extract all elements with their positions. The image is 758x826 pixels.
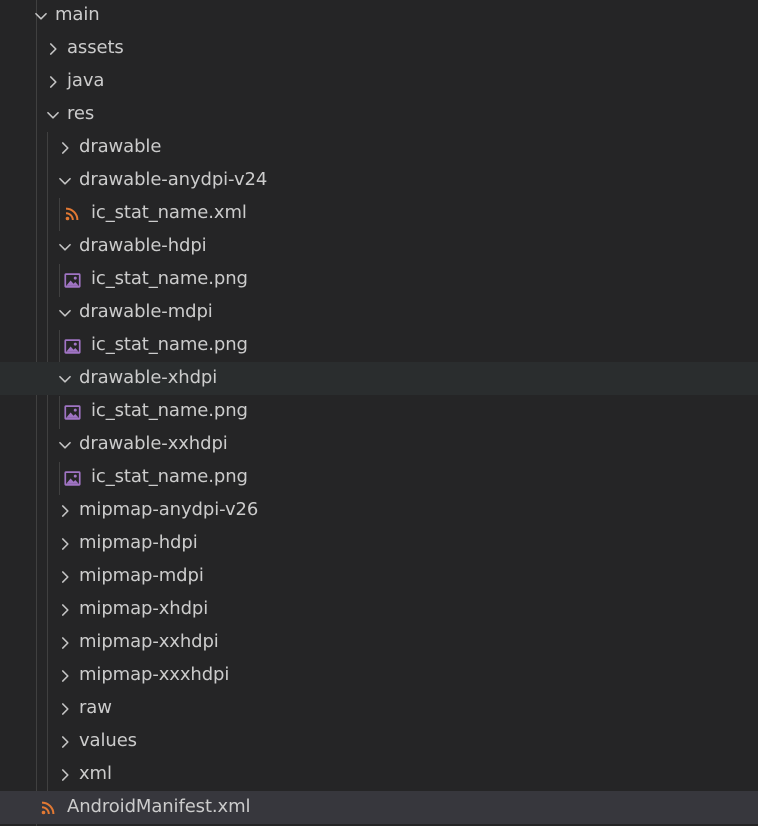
- folder-row-drawable-anydpi-v24[interactable]: drawable-anydpi-v24: [0, 164, 758, 197]
- chevron-right-icon: [56, 667, 74, 685]
- chevron-right-icon: [56, 733, 74, 751]
- folder-label: drawable-anydpi-v24: [79, 169, 268, 190]
- folder-label: mipmap-xxxhdpi: [79, 664, 230, 685]
- folder-row-drawable[interactable]: drawable: [0, 131, 758, 164]
- chevron-down-icon: [56, 436, 74, 454]
- chevron-right-icon: [44, 73, 62, 91]
- folder-label: main: [55, 4, 100, 25]
- file-label: ic_stat_name.png: [91, 268, 248, 289]
- image-file-icon: [64, 470, 82, 488]
- folder-label: mipmap-xxhdpi: [79, 631, 219, 652]
- chevron-right-icon: [56, 700, 74, 718]
- folder-row-java[interactable]: java: [0, 65, 758, 98]
- folder-label: xml: [79, 763, 112, 784]
- folder-row-mipmap-xxhdpi[interactable]: mipmap-xxhdpi: [0, 626, 758, 659]
- chevron-right-icon: [56, 568, 74, 586]
- chevron-right-icon: [56, 601, 74, 619]
- folder-label: drawable-mdpi: [79, 301, 213, 322]
- file-label: ic_stat_name.xml: [91, 202, 247, 223]
- image-file-icon: [64, 404, 82, 422]
- folder-label: raw: [79, 697, 112, 718]
- chevron-right-icon: [56, 502, 74, 520]
- file-label: AndroidManifest.xml: [67, 796, 251, 817]
- folder-row-values[interactable]: values: [0, 725, 758, 758]
- file-label: ic_stat_name.png: [91, 334, 248, 355]
- folder-label: drawable: [79, 136, 162, 157]
- chevron-right-icon: [44, 40, 62, 58]
- image-file-icon: [64, 338, 82, 356]
- folder-row-mipmap-hdpi[interactable]: mipmap-hdpi: [0, 527, 758, 560]
- file-row-ic-stat-name-png[interactable]: ic_stat_name.png: [0, 329, 758, 362]
- file-label: ic_stat_name.png: [91, 466, 248, 487]
- file-row-androidmanifest-xml[interactable]: AndroidManifest.xml: [0, 791, 758, 824]
- folder-label: mipmap-anydpi-v26: [79, 499, 259, 520]
- chevron-down-icon: [32, 7, 50, 25]
- rss-file-icon: [40, 800, 58, 818]
- folder-label: res: [67, 103, 95, 124]
- folder-row-drawable-hdpi[interactable]: drawable-hdpi: [0, 230, 758, 263]
- folder-row-mipmap-xxxhdpi[interactable]: mipmap-xxxhdpi: [0, 659, 758, 692]
- chevron-right-icon: [56, 139, 74, 157]
- folder-label: mipmap-xhdpi: [79, 598, 209, 619]
- file-row-ic-stat-name-png[interactable]: ic_stat_name.png: [0, 263, 758, 296]
- file-row-ic-stat-name-png[interactable]: ic_stat_name.png: [0, 461, 758, 494]
- chevron-down-icon: [56, 304, 74, 322]
- chevron-down-icon: [56, 370, 74, 388]
- folder-row-main[interactable]: main: [0, 0, 758, 32]
- folder-label: java: [67, 70, 105, 91]
- folder-label: mipmap-hdpi: [79, 532, 198, 553]
- chevron-right-icon: [56, 535, 74, 553]
- chevron-right-icon: [56, 634, 74, 652]
- folder-row-assets[interactable]: assets: [0, 32, 758, 65]
- folder-label: mipmap-mdpi: [79, 565, 204, 586]
- folder-label: values: [79, 730, 137, 751]
- file-row-ic-stat-name-png[interactable]: ic_stat_name.png: [0, 395, 758, 428]
- folder-row-mipmap-xhdpi[interactable]: mipmap-xhdpi: [0, 593, 758, 626]
- folder-row-mipmap-anydpi-v26[interactable]: mipmap-anydpi-v26: [0, 494, 758, 527]
- folder-row-drawable-xhdpi[interactable]: drawable-xhdpi: [0, 362, 758, 395]
- folder-label: drawable-hdpi: [79, 235, 207, 256]
- folder-row-res[interactable]: res: [0, 98, 758, 131]
- file-label: ic_stat_name.png: [91, 400, 248, 421]
- file-explorer-tree[interactable]: main assets java res drawable drawable-anydpi…: [0, 0, 758, 826]
- folder-row-drawable-xxhdpi[interactable]: drawable-xxhdpi: [0, 428, 758, 461]
- folder-row-mipmap-mdpi[interactable]: mipmap-mdpi: [0, 560, 758, 593]
- rss-file-icon: [64, 206, 82, 224]
- folder-row-raw[interactable]: raw: [0, 692, 758, 725]
- chevron-down-icon: [44, 106, 62, 124]
- chevron-down-icon: [56, 238, 74, 256]
- folder-label: drawable-xxhdpi: [79, 433, 228, 454]
- folder-label: drawable-xhdpi: [79, 367, 218, 388]
- folder-row-xml[interactable]: xml: [0, 758, 758, 791]
- image-file-icon: [64, 272, 82, 290]
- chevron-down-icon: [56, 172, 74, 190]
- folder-row-drawable-mdpi[interactable]: drawable-mdpi: [0, 296, 758, 329]
- chevron-right-icon: [56, 766, 74, 784]
- file-row-ic-stat-name-xml[interactable]: ic_stat_name.xml: [0, 197, 758, 230]
- folder-label: assets: [67, 37, 124, 58]
